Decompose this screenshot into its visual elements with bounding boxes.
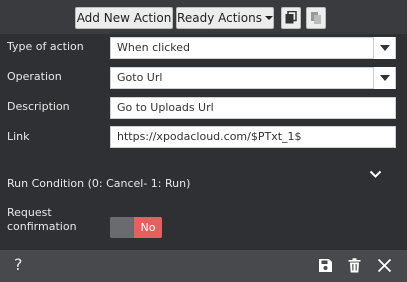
toggle-knob bbox=[110, 217, 134, 238]
help-button[interactable]: ? bbox=[14, 255, 23, 274]
run-condition-title: Run Condition (0: Cancel- 1: Run) bbox=[7, 177, 191, 190]
chevron-down-icon[interactable] bbox=[369, 170, 382, 179]
add-new-action-button[interactable]: Add New Action bbox=[75, 7, 173, 29]
ready-actions-button[interactable]: Ready Actions bbox=[176, 7, 274, 29]
paste-icon bbox=[311, 12, 321, 24]
request-confirmation-toggle[interactable]: No bbox=[110, 217, 162, 238]
request-label-line2: confirmation bbox=[7, 220, 77, 233]
ready-actions-label: Ready Actions bbox=[177, 11, 262, 25]
paste-button[interactable] bbox=[306, 7, 326, 29]
description-label: Description bbox=[7, 100, 70, 113]
chevron-down-icon[interactable] bbox=[373, 67, 395, 89]
close-icon[interactable] bbox=[377, 258, 392, 273]
copy-icon bbox=[285, 11, 297, 24]
type-of-action-label: Type of action bbox=[7, 40, 84, 53]
copy-button[interactable] bbox=[281, 7, 301, 29]
chevron-down-icon[interactable] bbox=[373, 37, 395, 59]
operation-label: Operation bbox=[7, 70, 62, 83]
trash-icon[interactable] bbox=[348, 258, 361, 273]
link-input[interactable]: https://xpodacloud.com/$PTxt_1$ bbox=[110, 126, 396, 148]
footer-bar: ? bbox=[0, 250, 407, 282]
type-of-action-value: When clicked bbox=[117, 41, 191, 54]
request-label-line1: Request bbox=[7, 206, 52, 219]
action-toolbar: Add New Action Ready Actions bbox=[0, 0, 407, 34]
operation-value: Goto Url bbox=[117, 71, 163, 84]
caret-down-icon bbox=[264, 15, 273, 20]
description-input[interactable]: Go to Uploads Url bbox=[110, 97, 396, 119]
operation-select[interactable]: Goto Url bbox=[110, 67, 396, 89]
toggle-value: No bbox=[134, 217, 162, 238]
link-label: Link bbox=[7, 130, 30, 143]
save-icon[interactable] bbox=[318, 258, 333, 273]
type-of-action-select[interactable]: When clicked bbox=[110, 37, 396, 59]
